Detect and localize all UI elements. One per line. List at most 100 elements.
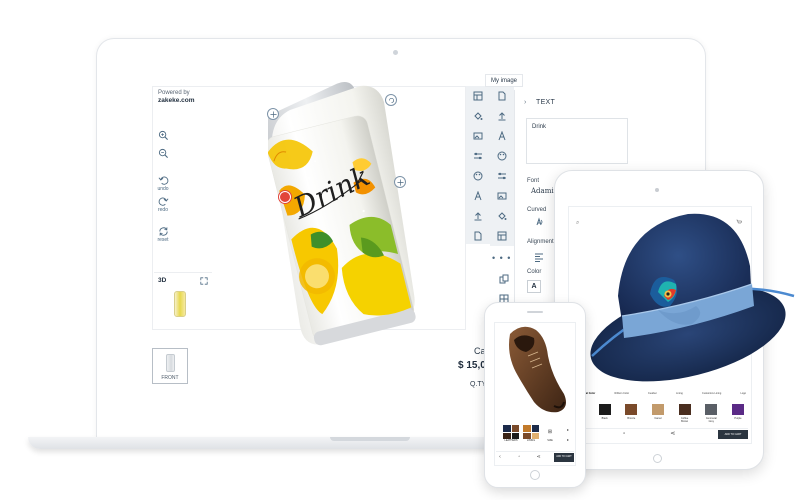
alignment-label: Alignment xyxy=(527,239,554,245)
add-to-cart-button[interactable]: ADD TO CART xyxy=(717,430,748,439)
swatch-chip xyxy=(731,404,744,415)
swatch-label: Camel xyxy=(654,417,662,420)
redo-button[interactable]: redo xyxy=(151,196,175,213)
expand-icon[interactable] xyxy=(200,277,208,285)
delete-handle[interactable] xyxy=(279,191,291,203)
powered-by: Powered by zakeke.com xyxy=(158,90,195,104)
copy-button[interactable] xyxy=(494,270,514,288)
phone-add-to-cart-button[interactable]: ADD TO CART xyxy=(553,452,574,462)
tab-customize-lining[interactable]: Customize Lining xyxy=(702,392,721,395)
undo-icon xyxy=(158,176,168,185)
swatch-label: Purple xyxy=(734,417,742,420)
toolbar-image-button[interactable] xyxy=(466,126,490,146)
powered-by-label: Powered by xyxy=(158,90,190,96)
color-picker[interactable]: A xyxy=(527,280,541,293)
swatch-chip xyxy=(598,404,611,415)
upload-icon xyxy=(474,212,482,221)
phone-swatch-lining[interactable]: LINING xyxy=(523,425,539,442)
phone-swatch-leathers[interactable]: LEATHERS xyxy=(503,425,519,442)
swatch-label: LEATHERS xyxy=(504,439,518,442)
move-handle[interactable] xyxy=(267,108,279,120)
toolbar-adjust-button[interactable] xyxy=(466,146,490,166)
text-icon xyxy=(474,191,482,201)
color-label: Color xyxy=(527,269,542,275)
document-icon[interactable]: ▫ xyxy=(515,454,523,460)
reset-button[interactable]: reset xyxy=(151,226,175,243)
resize-handle[interactable] xyxy=(394,176,406,188)
laptop-camera xyxy=(393,50,398,55)
redo-icon xyxy=(158,197,168,206)
toolbar-palette-button[interactable] xyxy=(466,166,490,186)
search-icon[interactable]: ⌕ xyxy=(576,220,579,227)
resize-icon xyxy=(396,178,404,186)
rotate-handle[interactable] xyxy=(385,94,397,106)
front-can-icon xyxy=(166,354,175,372)
swatch-camel[interactable]: Camel xyxy=(651,404,664,423)
toolbar-upload-button[interactable] xyxy=(466,206,490,226)
more-tools-button[interactable]: • • • xyxy=(492,253,511,263)
curved-text-icon[interactable] xyxy=(535,217,545,227)
palette-icon xyxy=(473,171,483,181)
tab-lining[interactable]: Lining xyxy=(676,392,683,395)
tablet-home-button[interactable] xyxy=(653,454,662,463)
lining-chip xyxy=(531,425,539,432)
swatch-chip xyxy=(705,404,718,415)
font-label: Font xyxy=(527,178,540,184)
swatch-label: Gunmetal Grey xyxy=(705,417,717,423)
swatch-label: Black xyxy=(601,417,608,420)
toolbar-palette2-button[interactable] xyxy=(490,146,514,166)
toolbar-layout-button[interactable] xyxy=(466,86,490,106)
swatch-gunmetal-grey[interactable]: Gunmetal Grey xyxy=(705,404,718,423)
sliders-icon xyxy=(498,172,506,180)
image-icon xyxy=(473,132,483,140)
swatch-label: LINING xyxy=(526,439,536,442)
brand-link[interactable]: zakeke.com xyxy=(158,97,195,104)
share-icon[interactable]: ⋖ xyxy=(669,431,676,438)
toolbar-image2-button[interactable] xyxy=(490,186,514,206)
toolbar-text2-button[interactable] xyxy=(490,126,514,146)
drink-can[interactable]: Drink xyxy=(268,76,418,346)
swatch-bronze[interactable]: Bronze xyxy=(625,404,638,423)
align-left-icon[interactable] xyxy=(534,252,544,262)
swatch-coffee-brown[interactable]: Coffee Brown xyxy=(678,404,691,423)
text-input[interactable]: Drink xyxy=(526,118,628,164)
redo-label: redo xyxy=(157,207,168,213)
mini-can-preview xyxy=(174,291,186,317)
phone-bottom-bar: ‹ ▫ ⋖ ADD TO CART xyxy=(496,451,574,462)
zoom-in-button[interactable] xyxy=(151,130,175,141)
chevron-right-icon[interactable]: › xyxy=(524,99,526,106)
paint-bucket-icon xyxy=(474,112,483,120)
swatch-black[interactable]: Black xyxy=(598,404,611,423)
tablet-swatches: Grey Black Bronze Camel Coffee Brown Gun… xyxy=(572,404,744,423)
share-icon[interactable]: ⋖ xyxy=(535,454,543,460)
paint-bucket-icon xyxy=(498,212,507,220)
document-icon[interactable]: ▫ xyxy=(621,431,628,438)
toolbar-document-button[interactable] xyxy=(466,226,490,246)
zoom-out-button[interactable] xyxy=(151,148,175,159)
hat-illustration xyxy=(590,213,795,382)
tab-logo[interactable]: Logo xyxy=(740,392,746,395)
toolbar-adjust2-button[interactable] xyxy=(490,166,514,186)
chevron-left-icon[interactable]: ‹ xyxy=(496,454,504,460)
tab-feather[interactable]: Feather xyxy=(648,392,657,395)
undo-button[interactable]: undo xyxy=(151,175,175,192)
phone-swatch-size[interactable]: ⊞ SIZE xyxy=(543,425,557,442)
view-3d-panel[interactable]: 3D xyxy=(154,272,212,328)
front-view-thumb[interactable]: FRONT xyxy=(152,348,188,384)
toolbar-upload2-button[interactable] xyxy=(490,106,514,126)
toolbar-fill2-button[interactable] xyxy=(490,206,514,226)
phone-swatches: LEATHERS LINING ⊞ SIZE xyxy=(503,425,573,442)
toolbar-column-right xyxy=(490,86,514,246)
layout-icon xyxy=(473,91,483,101)
phone-home-button[interactable] xyxy=(530,470,540,480)
move-icon xyxy=(269,110,277,118)
tab-ribbon-color[interactable]: Ribbon Color xyxy=(614,392,629,395)
leathers-grid xyxy=(503,425,519,439)
toolbar-fill-button[interactable] xyxy=(466,106,490,126)
toolbar-layout2-button[interactable] xyxy=(490,226,514,246)
toolbar-document2-button[interactable] xyxy=(490,86,514,106)
toolbar-text-button[interactable] xyxy=(466,186,490,206)
swatch-chip xyxy=(625,404,638,415)
swatch-purple[interactable]: Purple xyxy=(731,404,744,423)
zoom-in-icon xyxy=(158,130,168,141)
